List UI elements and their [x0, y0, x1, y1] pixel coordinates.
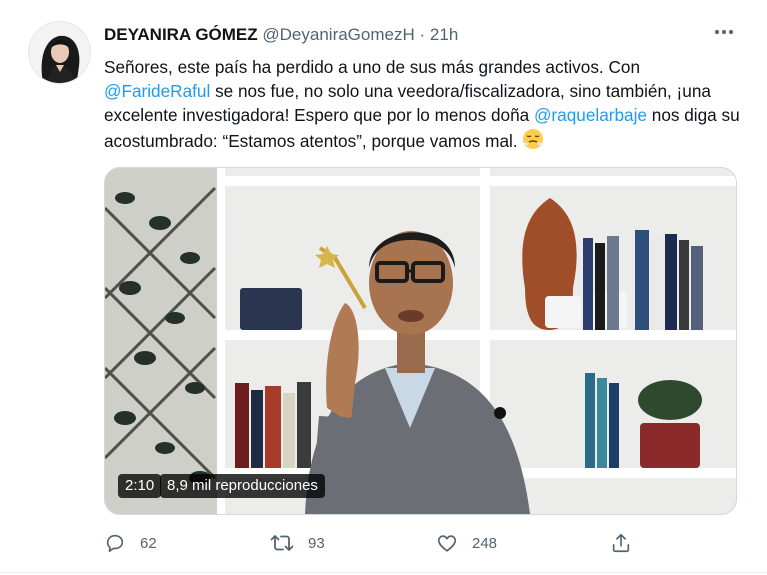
retweet-count: 93 — [308, 534, 325, 552]
mention-link[interactable]: @raquelarbaje — [534, 105, 647, 125]
share-button[interactable] — [610, 530, 632, 556]
tweet-card[interactable]: DEYANIRA GÓMEZ @DeyaniraGomezH · 21h Señ… — [0, 0, 767, 575]
face-with-steam-icon — [522, 128, 544, 156]
author-name[interactable]: DEYANIRA GÓMEZ — [104, 25, 258, 44]
avatar[interactable] — [28, 21, 91, 84]
share-icon — [612, 533, 630, 553]
mention-link[interactable]: @FarideRaful — [104, 81, 210, 101]
more-icon[interactable] — [712, 20, 736, 44]
avatar-image — [29, 22, 90, 83]
reply-count: 62 — [140, 534, 157, 552]
like-icon — [437, 535, 457, 552]
author-handle[interactable]: @DeyaniraGomezH — [262, 25, 414, 44]
tweet-header: DEYANIRA GÓMEZ @DeyaniraGomezH · 21h — [104, 24, 458, 46]
video-views: 8,9 mil reproducciones — [160, 474, 325, 498]
separator-dot: · — [419, 25, 426, 44]
tweet-time[interactable]: 21h — [430, 25, 458, 44]
like-count: 248 — [472, 534, 498, 552]
tweet-actions: 62 93 248 — [104, 530, 744, 556]
reply-button[interactable]: 62 — [104, 530, 157, 556]
tweet-text-part: Señores, este país ha perdido a uno de s… — [104, 57, 641, 77]
video-duration: 2:10 — [118, 474, 162, 498]
retweet-button[interactable]: 93 — [270, 530, 325, 556]
video-thumbnail — [105, 168, 736, 514]
reply-icon — [106, 534, 124, 553]
retweet-icon — [270, 535, 294, 551]
video-player[interactable] — [104, 167, 737, 515]
tweet-text: Señores, este país ha perdido a uno de s… — [104, 55, 744, 156]
divider — [0, 572, 767, 573]
like-button[interactable]: 248 — [436, 530, 497, 556]
